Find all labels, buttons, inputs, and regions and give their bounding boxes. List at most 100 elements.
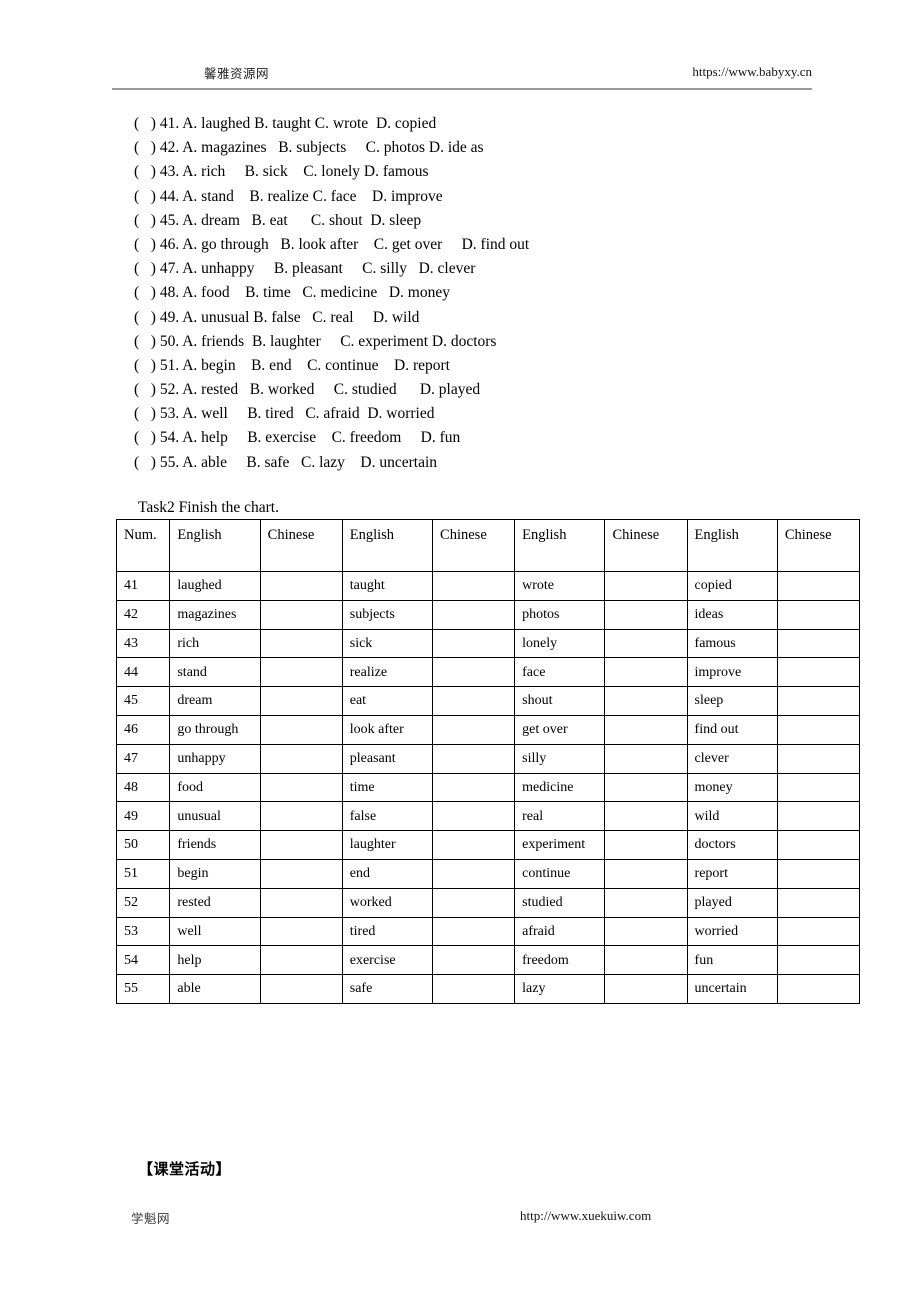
table-cell-chinese[interactable]	[432, 974, 516, 1004]
table-cell-chinese[interactable]	[432, 686, 516, 716]
table-cell-chinese[interactable]	[776, 714, 861, 745]
table-cell-english: tired	[341, 916, 434, 947]
table-cell-chinese[interactable]	[259, 974, 343, 1004]
table-cell-chinese[interactable]	[432, 887, 516, 918]
table-cell-chinese[interactable]	[604, 571, 688, 601]
table-cell-chinese[interactable]	[776, 686, 861, 716]
table-cell-chinese[interactable]	[259, 571, 343, 601]
table-cell-english: pleasant	[341, 743, 434, 774]
table-cell-english: begin	[169, 858, 261, 889]
table-row: 54 help exercise freedom fun	[115, 945, 861, 976]
table-row: 49 unusual false real wild	[115, 801, 861, 832]
question-line: ( ) 53. A. well B. tired C. afraid D. wo…	[134, 405, 435, 423]
table-cell-english: well	[169, 916, 261, 947]
table-cell-chinese[interactable]	[259, 887, 343, 918]
table-cell-chinese[interactable]	[604, 772, 688, 803]
table-cell-chinese[interactable]	[259, 686, 343, 716]
table-cell-english: worked	[341, 887, 434, 918]
table-cell-chinese[interactable]	[432, 945, 516, 976]
table-cell-chinese[interactable]	[604, 945, 688, 976]
table-cell-num: 44	[115, 657, 171, 688]
table-cell-chinese[interactable]	[432, 571, 516, 601]
table-cell-chinese[interactable]	[776, 974, 861, 1004]
table-cell-english: studied	[514, 887, 606, 918]
table-cell-chinese[interactable]	[604, 686, 688, 716]
table-cell-chinese[interactable]	[604, 801, 688, 832]
table-cell-chinese[interactable]	[259, 916, 343, 947]
table-cell-chinese[interactable]	[259, 714, 343, 745]
table-cell-chinese[interactable]	[259, 945, 343, 976]
table-cell-chinese[interactable]	[604, 887, 688, 918]
table-cell-chinese[interactable]	[259, 628, 343, 659]
table-cell-chinese[interactable]	[776, 599, 861, 630]
table-cell-chinese[interactable]	[259, 599, 343, 630]
table-row: 45 dream eat shout sleep	[115, 686, 861, 716]
table-cell-chinese[interactable]	[259, 858, 343, 889]
table-cell-chinese[interactable]	[604, 714, 688, 745]
table-row: 44 stand realize face improve	[115, 657, 861, 688]
table-cell-chinese[interactable]	[432, 714, 516, 745]
table-cell-english: safe	[341, 974, 434, 1004]
table-cell-chinese[interactable]	[259, 830, 343, 860]
table-cell-chinese[interactable]	[604, 974, 688, 1004]
table-cell-chinese[interactable]	[776, 743, 861, 774]
table-cell-english: lonely	[514, 628, 606, 659]
table-cell-english: uncertain	[686, 974, 778, 1004]
table-cell-chinese[interactable]	[259, 801, 343, 832]
table-cell-num: 55	[115, 974, 171, 1004]
table-cell-chinese[interactable]	[432, 628, 516, 659]
table-cell-chinese[interactable]	[259, 657, 343, 688]
table-cell-chinese[interactable]	[776, 772, 861, 803]
table-cell-chinese[interactable]	[432, 743, 516, 774]
table-cell-english: famous	[686, 628, 778, 659]
table-cell-chinese[interactable]	[776, 916, 861, 947]
table-cell-chinese[interactable]	[776, 945, 861, 976]
table-cell-chinese[interactable]	[604, 858, 688, 889]
table-cell-chinese[interactable]	[604, 628, 688, 659]
table-cell-english: sick	[341, 628, 434, 659]
table-cell-english: rich	[169, 628, 261, 659]
table-cell-english: help	[169, 945, 261, 976]
table-cell-english: fun	[686, 945, 778, 976]
table-row: 53 well tired afraid worried	[115, 916, 861, 947]
table-cell-chinese[interactable]	[776, 657, 861, 688]
question-list: ( ) 41. A. laughed B. taught C. wrote D.…	[134, 112, 834, 475]
table-cell-chinese[interactable]	[604, 599, 688, 630]
table-row: 52 rested worked studied played	[115, 887, 861, 918]
table-cell-chinese[interactable]	[604, 743, 688, 774]
table-cell-english: look after	[341, 714, 434, 745]
table-cell-english: lazy	[514, 974, 606, 1004]
table-cell-num: 50	[115, 830, 171, 860]
table-column-header: English	[341, 519, 434, 572]
table-cell-chinese[interactable]	[604, 830, 688, 860]
table-cell-chinese[interactable]	[432, 858, 516, 889]
table-cell-english: food	[169, 772, 261, 803]
table-cell-chinese[interactable]	[432, 801, 516, 832]
table-cell-chinese[interactable]	[432, 830, 516, 860]
table-cell-chinese[interactable]	[776, 830, 861, 860]
table-cell-chinese[interactable]	[776, 858, 861, 889]
question-line: ( ) 42. A. magazines B. subjects C. phot…	[134, 139, 484, 157]
table-cell-chinese[interactable]	[259, 743, 343, 774]
table-cell-chinese[interactable]	[776, 801, 861, 832]
table-cell-chinese[interactable]	[776, 628, 861, 659]
table-cell-english: end	[341, 858, 434, 889]
table-cell-num: 46	[115, 714, 171, 745]
table-cell-english: played	[686, 887, 778, 918]
question-line: ( ) 41. A. laughed B. taught C. wrote D.…	[134, 115, 437, 132]
table-cell-chinese[interactable]	[432, 599, 516, 630]
table-cell-chinese[interactable]	[604, 916, 688, 947]
table-cell-chinese[interactable]	[604, 657, 688, 688]
table-cell-chinese[interactable]	[776, 887, 861, 918]
table-cell-chinese[interactable]	[432, 916, 516, 947]
table-cell-chinese[interactable]	[432, 657, 516, 688]
vocabulary-chart-table: Num. English Chinese English Chinese English C…	[115, 519, 861, 1004]
table-cell-english: photos	[514, 599, 606, 630]
table-cell-english: unusual	[169, 801, 261, 832]
table-cell-chinese[interactable]	[432, 772, 516, 803]
question-line: ( ) 48. A. food B. time C. medicine D. m…	[134, 284, 450, 302]
table-cell-english: report	[686, 858, 778, 889]
table-column-header: Num.	[115, 519, 171, 572]
table-cell-chinese[interactable]	[259, 772, 343, 803]
table-cell-chinese[interactable]	[776, 571, 861, 601]
